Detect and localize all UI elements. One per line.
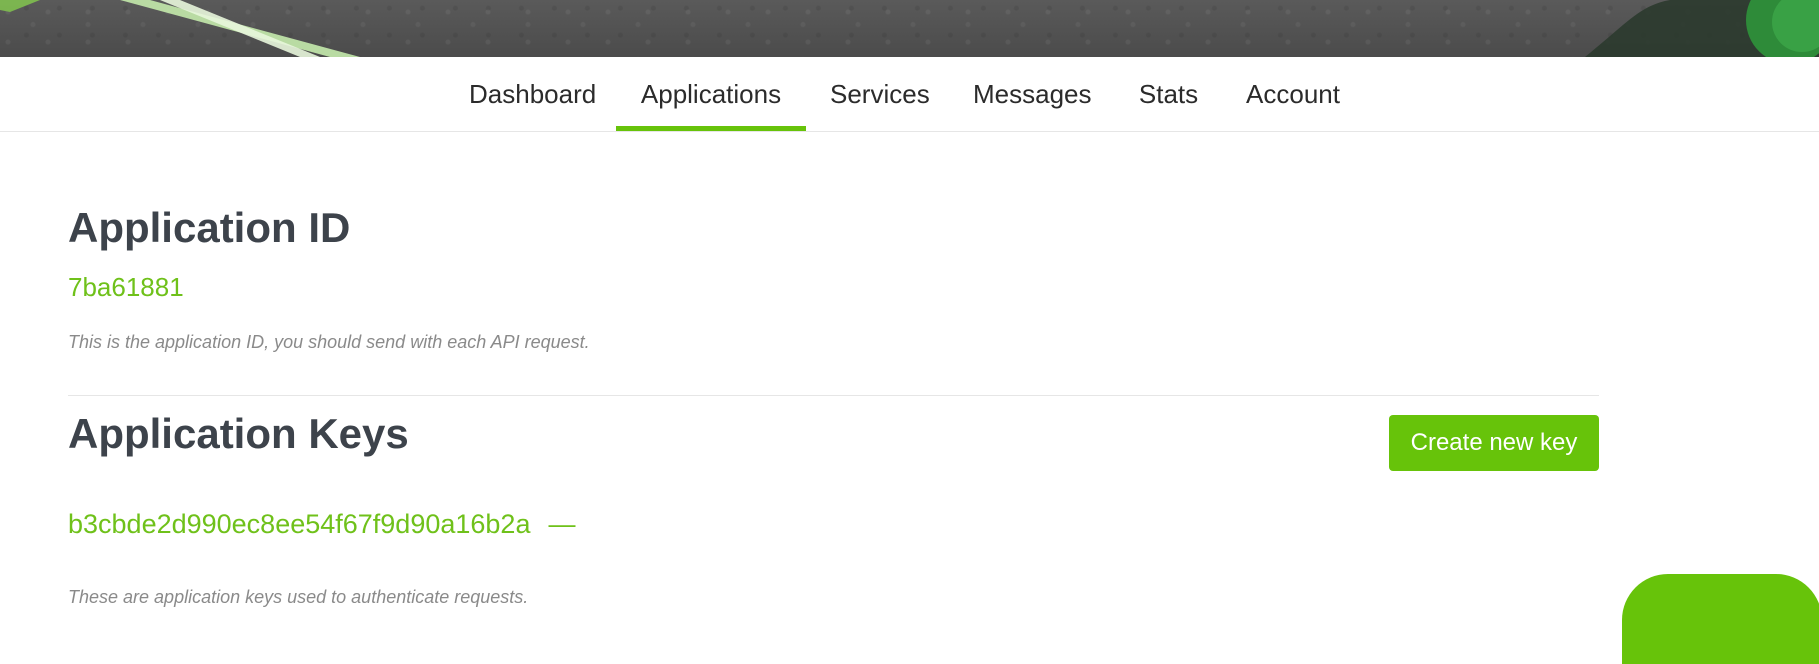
tab-services[interactable]: Services xyxy=(830,57,930,131)
section-divider xyxy=(68,395,1599,396)
tab-applications[interactable]: Applications xyxy=(616,57,806,131)
tab-services-label: Services xyxy=(830,79,930,109)
application-key-row: b3cbde2d990ec8ee54f67f9d90a16b2a — xyxy=(68,504,575,544)
floating-action-button[interactable] xyxy=(1622,574,1819,664)
key-action-icon[interactable]: — xyxy=(548,509,575,540)
application-key-value[interactable]: b3cbde2d990ec8ee54f67f9d90a16b2a xyxy=(68,509,530,540)
application-keys-hint: These are application keys used to authe… xyxy=(68,587,529,607)
tab-applications-label: Applications xyxy=(640,79,782,109)
application-keys-heading: Application Keys xyxy=(68,410,409,457)
application-id-heading: Application ID xyxy=(68,204,351,251)
tab-dashboard-label: Dashboard xyxy=(469,79,597,109)
tab-dashboard[interactable]: Dashboard xyxy=(469,57,596,131)
create-new-key-button[interactable]: Create new key xyxy=(1389,415,1599,471)
tab-stats-label: Stats xyxy=(1138,79,1199,109)
tab-messages[interactable]: Messages xyxy=(973,57,1092,131)
tab-account-label: Account xyxy=(1246,79,1340,109)
main-navigation: Dashboard Applications Services Messages… xyxy=(0,57,1819,132)
application-id-hint: This is the application ID, you should s… xyxy=(68,332,590,352)
tab-messages-label: Messages xyxy=(973,79,1092,109)
tab-account[interactable]: Account xyxy=(1246,57,1340,131)
application-id-value: 7ba61881 xyxy=(68,272,184,302)
banner-vegetables-illustration xyxy=(0,0,1819,57)
main-content: Application ID 7ba61881 This is the appl… xyxy=(0,132,1819,618)
header-banner xyxy=(0,0,1819,57)
tab-stats[interactable]: Stats xyxy=(1138,57,1199,131)
